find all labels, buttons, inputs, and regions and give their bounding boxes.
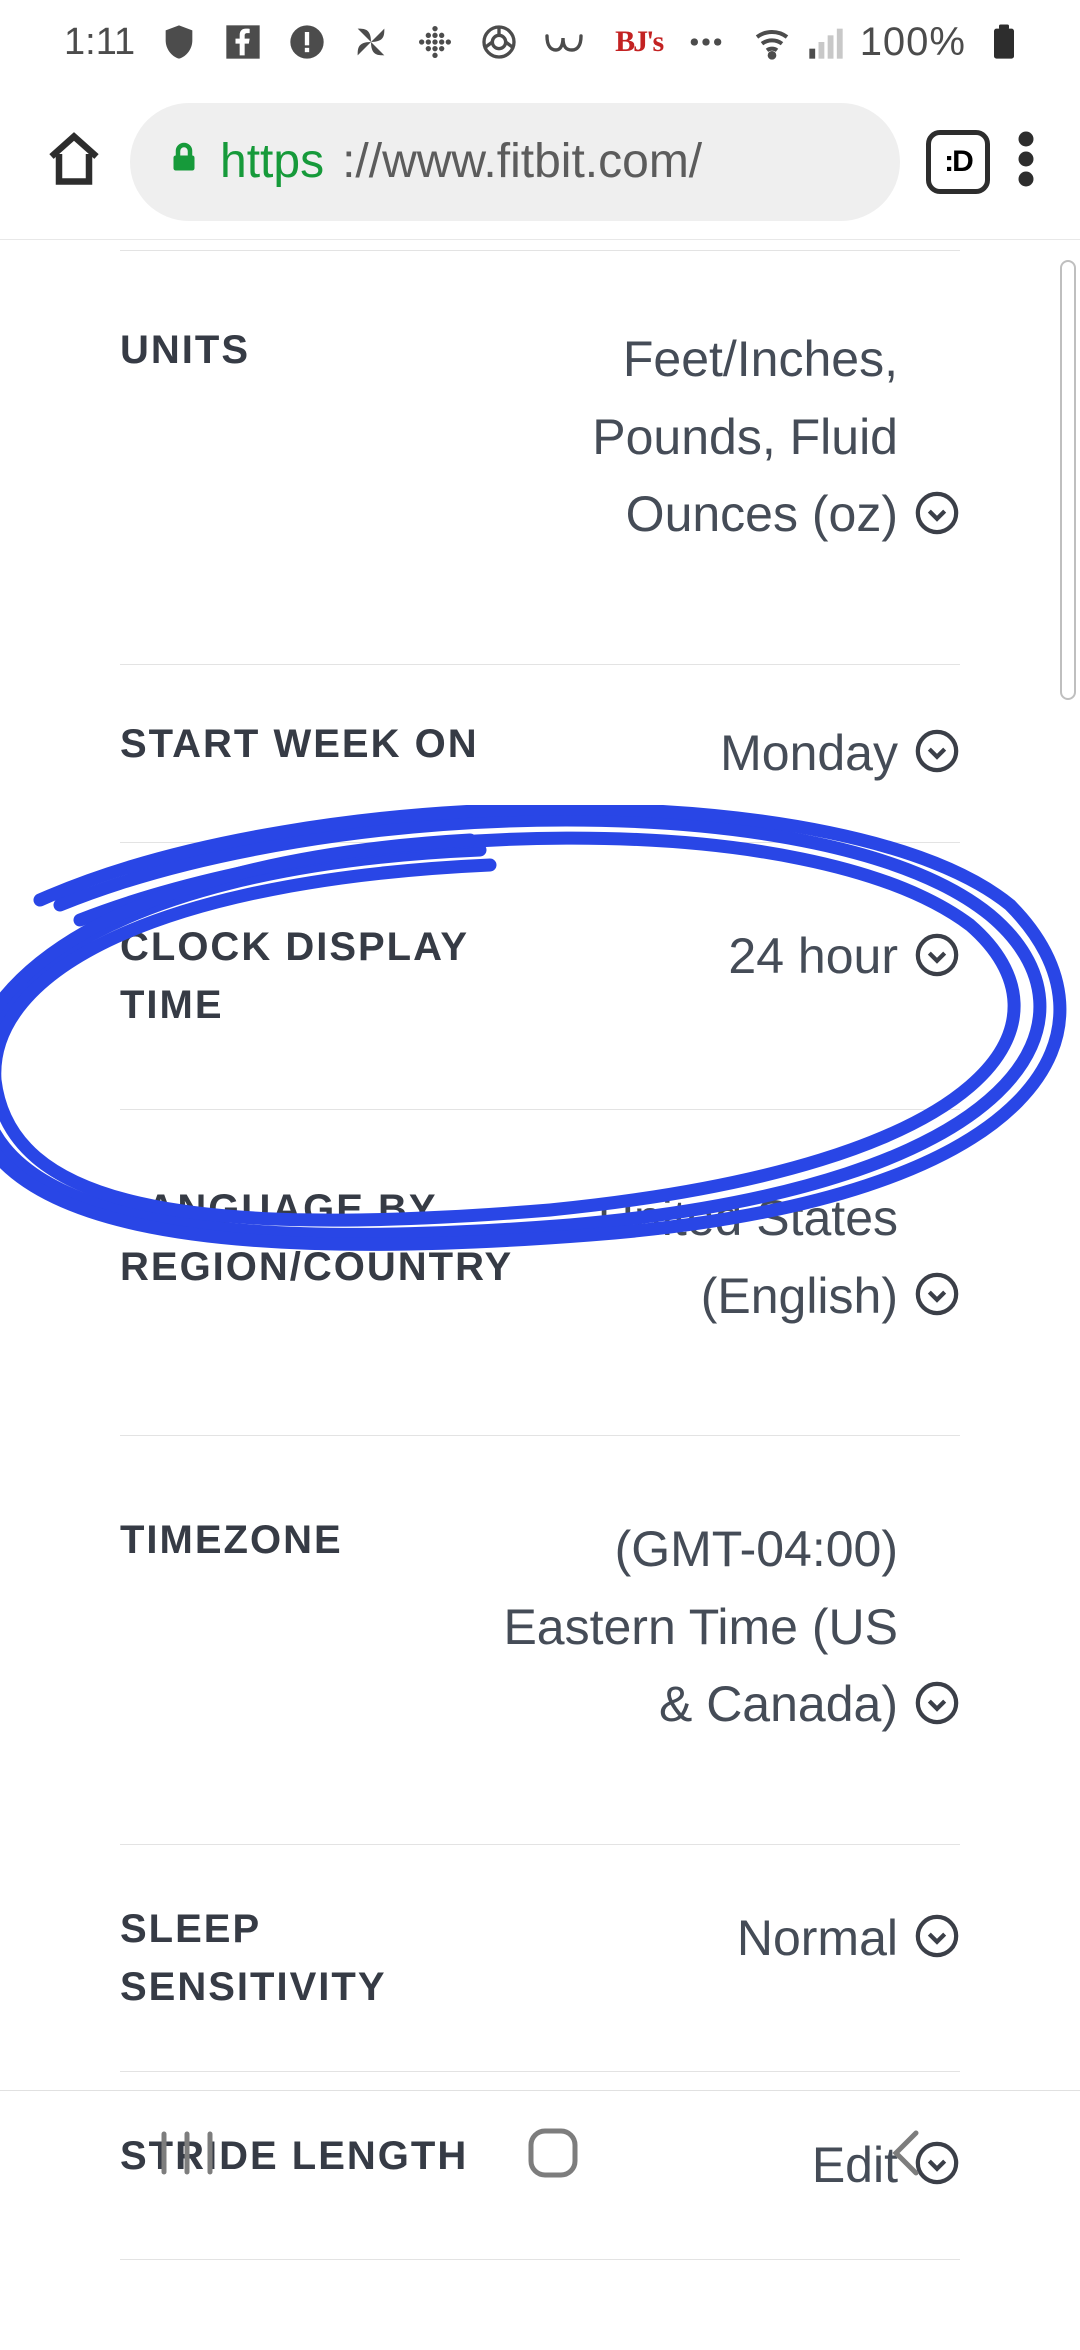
recent-apps-button[interactable] (152, 2128, 222, 2183)
address-bar[interactable]: https ://www.fitbit.com/ (130, 103, 900, 221)
setting-label: START WEEK ON (120, 715, 479, 773)
chevron-down-icon (914, 1271, 960, 1317)
url-rest: ://www.fitbit.com/ (342, 134, 702, 189)
home-icon[interactable] (44, 129, 104, 194)
setting-heart-rate-zones[interactable]: HEART RATE ZONES Edit (120, 2260, 960, 2350)
more-icon (686, 22, 726, 62)
browser-toolbar: https ://www.fitbit.com/ :D (0, 84, 1080, 240)
setting-start-week[interactable]: START WEEK ON Monday (120, 665, 960, 844)
url-scheme: https (220, 134, 324, 189)
setting-label: TIMEZONE (120, 1511, 343, 1569)
setting-timezone[interactable]: TIMEZONE (GMT-04:00) Eastern Time (US & … (120, 1436, 960, 1845)
battery-icon (984, 22, 1024, 62)
lock-icon (166, 134, 202, 189)
chevron-down-icon (914, 1913, 960, 1959)
status-bar: 1:11 BJ's (0, 0, 1080, 84)
menu-icon[interactable] (1016, 129, 1036, 194)
settings-list: UNITS Feet/Inches, Pounds, Fluid Ounces … (0, 250, 1080, 2350)
chevron-down-icon (914, 932, 960, 978)
setting-language[interactable]: LANGUAGE BY REGION/COUNTRY United States… (120, 1110, 960, 1436)
tab-count[interactable]: :D (926, 130, 990, 194)
setting-value: Feet/Inches, Pounds, Fluid Ounces (oz) (500, 321, 898, 554)
chevron-down-icon (914, 490, 960, 536)
wish-icon (543, 22, 591, 62)
alert-icon (287, 22, 327, 62)
battery-percent: 100% (860, 20, 966, 65)
chevron-down-icon (914, 728, 960, 774)
setting-value: 24 hour (728, 918, 898, 996)
bjs-icon: BJ's (615, 25, 662, 59)
chevron-down-icon (914, 1680, 960, 1726)
setting-label: LANGUAGE BY REGION/COUNTRY (120, 1180, 540, 1296)
setting-label: SLEEP SENSITIVITY (120, 1900, 540, 2016)
setting-value: United States (English) (570, 1180, 898, 1335)
setting-label: UNITS (120, 321, 250, 379)
signal-icon (806, 22, 846, 62)
chrome-icon (479, 22, 519, 62)
setting-value: Normal (737, 1900, 898, 1978)
setting-value: Monday (720, 715, 898, 793)
setting-clock-display[interactable]: CLOCK DISPLAY TIME 24 hour (120, 843, 960, 1110)
status-time: 1:11 (64, 21, 135, 64)
facebook-icon (223, 22, 263, 62)
setting-label: CLOCK DISPLAY TIME (120, 918, 540, 1034)
home-button[interactable] (525, 2125, 581, 2186)
wifi-icon (752, 22, 792, 62)
setting-value: (GMT-04:00) Eastern Time (US & Canada) (500, 1511, 898, 1744)
system-navbar (0, 2090, 1080, 2220)
back-button[interactable] (884, 2125, 928, 2186)
dots-grid-icon (415, 22, 455, 62)
setting-units[interactable]: UNITS Feet/Inches, Pounds, Fluid Ounces … (120, 250, 960, 665)
shield-icon (159, 22, 199, 62)
pinwheel-icon (351, 22, 391, 62)
setting-sleep-sensitivity[interactable]: SLEEP SENSITIVITY Normal (120, 1845, 960, 2072)
